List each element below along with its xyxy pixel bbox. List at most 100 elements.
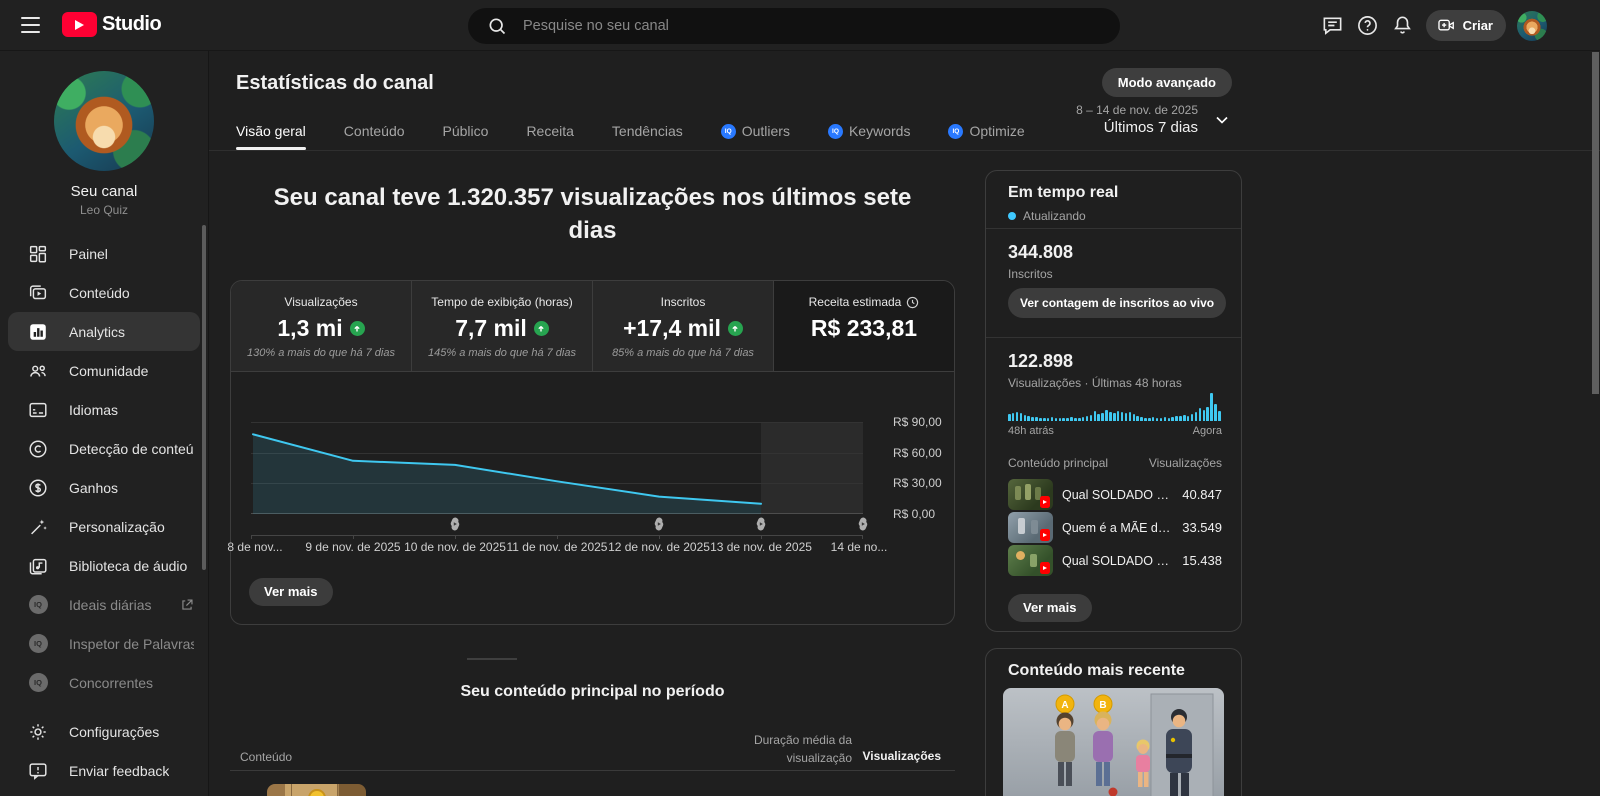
tab-optimize[interactable]: IQ Optimize bbox=[948, 123, 1025, 141]
latest-content-title: Conteúdo mais recente bbox=[1008, 662, 1185, 679]
tab-publico[interactable]: Público bbox=[443, 123, 489, 141]
trend-up-icon bbox=[727, 321, 743, 336]
sidebar-item-idiomas[interactable]: Idiomas bbox=[0, 390, 208, 429]
x-tick: 8 de nov... bbox=[227, 540, 283, 554]
kpi-tempo-exibicao[interactable]: Tempo de exibição (horas) 7,7 mil 145% a… bbox=[412, 281, 593, 371]
views-48h-label: Visualizações · Últimas 48 horas bbox=[1008, 376, 1182, 390]
sidebar-item-configuracoes[interactable]: Configurações bbox=[0, 712, 208, 751]
date-range-picker[interactable]: 8 – 14 de nov. de 2025 Últimos 7 dias bbox=[1076, 103, 1232, 136]
svg-text:B: B bbox=[1099, 700, 1106, 711]
kpi-inscritos[interactable]: Inscritos +17,4 mil 85% a mais do que há… bbox=[593, 281, 774, 371]
tab-outliers[interactable]: IQ Outliers bbox=[720, 123, 790, 141]
x-tick: 10 de nov. de 2025 bbox=[404, 540, 506, 554]
external-link-icon bbox=[180, 598, 194, 612]
help-icon[interactable] bbox=[1356, 14, 1380, 38]
realtime-video-row[interactable]: Quem é a MÃE da MENI... 33.549 bbox=[1008, 512, 1222, 543]
hamburger-menu-icon[interactable] bbox=[21, 17, 40, 33]
vidiq-blue-icon: IQ bbox=[827, 123, 843, 139]
sidebar-item-enviar-feedback[interactable]: Enviar feedback bbox=[0, 751, 208, 790]
channel-subtitle: Leo Quiz bbox=[79, 203, 129, 217]
analytics-tabs: Visão geral Conteúdo Público Receita Ten… bbox=[236, 123, 1025, 150]
sidebar-item-conteudo[interactable]: Conteúdo bbox=[0, 273, 208, 312]
realtime-bar-chart bbox=[1008, 391, 1222, 421]
shorts-badge-icon bbox=[1040, 529, 1050, 541]
shorts-badge-icon bbox=[1040, 496, 1050, 508]
feedback-bubble-icon[interactable] bbox=[1321, 14, 1345, 38]
realtime-title: Em tempo real bbox=[1008, 184, 1119, 201]
kpi-visualizacoes[interactable]: Visualizações 1,3 mi 130% a mais do que … bbox=[231, 281, 412, 371]
clock-icon bbox=[906, 296, 919, 309]
overview-card: Visualizações 1,3 mi 130% a mais do que … bbox=[227, 280, 955, 625]
coin-graphic bbox=[308, 789, 326, 796]
date-range-text: 8 – 14 de nov. de 2025 bbox=[1076, 103, 1198, 117]
overview-see-more-button[interactable]: Ver mais bbox=[249, 578, 333, 606]
sidebar-item-concorrentes[interactable]: IQ Concorrentes bbox=[0, 663, 208, 702]
date-preset-text: Últimos 7 dias bbox=[1103, 119, 1198, 136]
sidebar-item-ganhos[interactable]: Ganhos bbox=[0, 468, 208, 507]
create-button[interactable]: Criar bbox=[1425, 10, 1506, 41]
sidebar-item-biblioteca-audio[interactable]: Biblioteca de áudio bbox=[0, 546, 208, 585]
kpi-receita-estimada[interactable]: Receita estimada R$ 233,81 bbox=[774, 281, 954, 371]
chart-x-axis bbox=[251, 535, 863, 539]
shorts-upload-marker-icon[interactable] bbox=[755, 517, 767, 531]
audio-library-icon bbox=[26, 554, 50, 578]
trend-up-icon bbox=[349, 321, 365, 336]
tab-keywords[interactable]: IQ Keywords bbox=[827, 123, 910, 141]
analytics-icon bbox=[26, 320, 50, 344]
tab-receita[interactable]: Receita bbox=[526, 123, 573, 141]
sidebar-item-painel[interactable]: Painel bbox=[0, 234, 208, 273]
channel-name: Seu canal bbox=[70, 183, 138, 200]
content-icon bbox=[26, 281, 50, 305]
x-tick: 12 de nov. de 2025 bbox=[608, 540, 710, 554]
community-icon bbox=[26, 359, 50, 383]
tab-tendencias[interactable]: Tendências bbox=[612, 123, 683, 141]
latest-video-thumbnail[interactable]: A B bbox=[1003, 688, 1224, 796]
realtime-video-row[interactable]: Qual SOLDADO é o ALIE... 15.438 bbox=[1008, 545, 1222, 576]
x-tick: 9 de nov. de 2025 bbox=[305, 540, 401, 554]
shorts-upload-marker-icon[interactable] bbox=[857, 517, 869, 531]
notifications-bell-icon[interactable] bbox=[1391, 14, 1415, 38]
top-content-col-label: Conteúdo principal bbox=[1008, 456, 1109, 470]
sidebar-scrollbar[interactable] bbox=[202, 225, 206, 570]
realtime-video-row[interactable]: Qual SOLDADO é um R... 40.847 bbox=[1008, 479, 1222, 510]
page-scrollbar[interactable] bbox=[1592, 52, 1599, 394]
table-row-thumbnail[interactable] bbox=[267, 784, 366, 796]
views-col-label: Visualizações bbox=[1148, 456, 1222, 470]
search-bar[interactable] bbox=[468, 8, 1120, 44]
header-actions: Criar bbox=[1321, 0, 1547, 51]
page-title: Estatísticas do canal bbox=[236, 72, 434, 94]
studio-logo-text: Studio bbox=[102, 13, 162, 35]
advanced-mode-button[interactable]: Modo avançado bbox=[1101, 68, 1232, 97]
y-tick: R$ 90,00 bbox=[893, 415, 942, 429]
sidebar-item-deteccao-conteudo[interactable]: Detecção de conteúdo bbox=[0, 429, 208, 468]
realtime-see-more-button[interactable]: Ver mais bbox=[1008, 594, 1092, 622]
tab-visao-geral[interactable]: Visão geral bbox=[236, 123, 306, 150]
tab-conteudo[interactable]: Conteúdo bbox=[344, 123, 405, 141]
subscriber-label: Inscritos bbox=[1008, 267, 1053, 281]
video-thumbnail bbox=[1008, 479, 1053, 510]
sidebar-item-personalizacao[interactable]: Personalização bbox=[0, 507, 208, 546]
shorts-upload-marker-icon[interactable] bbox=[449, 517, 461, 531]
shorts-upload-marker-icon[interactable] bbox=[653, 517, 665, 531]
column-header-visualizacoes[interactable]: Visualizações bbox=[863, 749, 942, 763]
gear-icon bbox=[26, 720, 50, 744]
sidebar-item-inspetor-palavras-chave[interactable]: IQ Inspetor de Palavras-chave bbox=[0, 624, 208, 663]
channel-avatar[interactable] bbox=[54, 71, 154, 171]
create-video-icon bbox=[1437, 16, 1456, 35]
sidebar: Seu canal Leo Quiz Painel Conteúdo Analy… bbox=[0, 51, 209, 796]
account-avatar[interactable] bbox=[1517, 10, 1547, 41]
shorts-badge-icon bbox=[1040, 562, 1050, 574]
search-input[interactable] bbox=[523, 18, 1110, 34]
sidebar-item-ideais-diarias[interactable]: IQ Ideais diárias bbox=[0, 585, 208, 624]
video-thumbnail bbox=[1008, 545, 1053, 576]
live-subscriber-count-button[interactable]: Ver contagem de inscritos ao vivo bbox=[1008, 288, 1227, 318]
sidebar-item-analytics[interactable]: Analytics bbox=[8, 312, 200, 351]
youtube-studio-app: Studio Criar bbox=[0, 0, 1600, 796]
y-tick: R$ 60,00 bbox=[893, 445, 942, 460]
svg-text:A: A bbox=[1061, 700, 1068, 711]
realtime-updating: Atualizando bbox=[1008, 209, 1086, 223]
sidebar-item-comunidade[interactable]: Comunidade bbox=[0, 351, 208, 390]
studio-logo[interactable]: Studio bbox=[62, 12, 162, 37]
revenue-line-chart bbox=[251, 422, 863, 514]
create-button-label: Criar bbox=[1462, 18, 1493, 33]
